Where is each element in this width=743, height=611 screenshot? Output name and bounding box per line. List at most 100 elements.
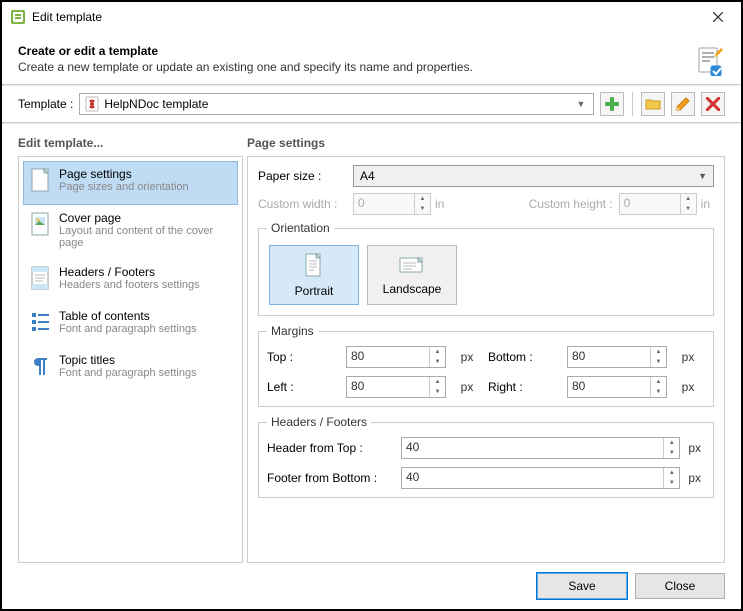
close-icon	[713, 12, 723, 22]
close-button[interactable]: Close	[635, 573, 725, 599]
paper-size-value: A4	[360, 169, 698, 183]
sidebar-item-text: Headers / Footers Headers and footers se…	[59, 265, 232, 293]
margin-unit: px	[682, 350, 701, 364]
open-template-button[interactable]	[641, 92, 665, 116]
delete-template-button[interactable]	[701, 92, 725, 116]
sidebar-item-text: Cover page Layout and content of the cov…	[59, 211, 232, 249]
pencil-icon	[675, 96, 691, 112]
sidebar-item-label: Topic titles	[59, 353, 232, 367]
toc-icon	[29, 309, 53, 337]
body-area: Edit template... Page settings Page size…	[2, 124, 741, 563]
toolbar-separator	[632, 92, 633, 116]
header-text: Create or edit a template Create a new t…	[18, 44, 685, 74]
orientation-buttons: Portrait Landscape	[267, 243, 705, 307]
sidebar-item-toc[interactable]: Table of contents Font and paragraph set…	[23, 303, 238, 347]
margin-right-spinner[interactable]: 80 ▲ ▼	[567, 376, 667, 398]
folder-icon	[645, 96, 661, 112]
hf-unit: px	[688, 441, 701, 455]
spinner-up-icon[interactable]: ▲	[664, 468, 679, 478]
sidebar-item-headers-footers[interactable]: Headers / Footers Headers and footers se…	[23, 259, 238, 303]
orientation-legend: Orientation	[267, 221, 334, 235]
spinner-buttons: ▲ ▼	[650, 347, 666, 367]
margin-unit: px	[461, 380, 480, 394]
sidebar-item-page-settings[interactable]: Page settings Page sizes and orientation	[23, 161, 238, 205]
footer-from-bottom-value: 40	[402, 468, 663, 488]
custom-width-label: Custom width :	[258, 197, 353, 211]
spinner-up-icon[interactable]: ▲	[430, 347, 445, 357]
template-edit-icon	[693, 44, 725, 76]
spinner-buttons: ▲ ▼	[429, 377, 445, 397]
spinner-up-icon: ▲	[415, 194, 430, 204]
new-template-button[interactable]	[600, 92, 624, 116]
portrait-icon	[302, 252, 326, 280]
margin-top-label: Top :	[267, 350, 342, 364]
spinner-up-icon[interactable]: ▲	[430, 377, 445, 387]
template-dropdown[interactable]: HelpNDoc template ▼	[79, 93, 594, 115]
dialog-window: Edit template Create or edit a template …	[2, 2, 741, 609]
sidebar-item-desc: Headers and footers settings	[59, 279, 232, 291]
orientation-portrait-button[interactable]: Portrait	[269, 245, 359, 305]
hf-grid: Header from Top : 40 ▲ ▼ px Footer from …	[267, 437, 705, 489]
spinner-down-icon[interactable]: ▼	[664, 478, 679, 488]
spinner-up-icon[interactable]: ▲	[664, 438, 679, 448]
spinner-up-icon: ▲	[681, 194, 696, 204]
margin-left-value: 80	[347, 377, 429, 397]
pilcrow-icon	[29, 353, 53, 381]
header-from-top-label: Header from Top :	[267, 441, 397, 455]
edit-template-button[interactable]	[671, 92, 695, 116]
sidebar: Edit template... Page settings Page size…	[18, 136, 243, 563]
save-button[interactable]: Save	[537, 573, 627, 599]
headers-footers-icon	[29, 265, 53, 293]
sidebar-item-label: Cover page	[59, 211, 232, 225]
sidebar-item-text: Table of contents Font and paragraph set…	[59, 309, 232, 337]
margins-grid: Top : 80 ▲ ▼ px Bottom : 80	[267, 346, 705, 398]
orientation-landscape-button[interactable]: Landscape	[367, 245, 457, 305]
page-icon	[29, 167, 53, 195]
chevron-down-icon: ▼	[573, 99, 589, 109]
sidebar-title: Edit template...	[18, 136, 243, 156]
margin-right-value: 80	[568, 377, 650, 397]
custom-width-value: 0	[354, 194, 414, 214]
landscape-label: Landscape	[383, 282, 442, 296]
margin-top-spinner[interactable]: 80 ▲ ▼	[346, 346, 446, 368]
spinner-down-icon[interactable]: ▼	[430, 387, 445, 397]
save-button-label: Save	[568, 579, 595, 593]
title-bar: Edit template	[2, 2, 741, 32]
hf-legend: Headers / Footers	[267, 415, 371, 429]
window-title: Edit template	[32, 10, 703, 24]
main-title: Page settings	[247, 136, 725, 156]
header-from-top-value: 40	[402, 438, 663, 458]
paper-size-combo[interactable]: A4 ▼	[353, 165, 714, 187]
pdf-icon	[84, 96, 100, 112]
spinner-up-icon[interactable]: ▲	[651, 377, 666, 387]
orientation-fieldset: Orientation Portrait	[258, 221, 714, 316]
margin-bottom-value: 80	[568, 347, 650, 367]
sidebar-item-topic-titles[interactable]: Topic titles Font and paragraph settings	[23, 347, 238, 391]
spinner-down-icon[interactable]: ▼	[651, 387, 666, 397]
close-button-label: Close	[665, 579, 696, 593]
paper-size-label: Paper size :	[258, 169, 353, 183]
plus-icon	[604, 96, 620, 112]
margin-left-spinner[interactable]: 80 ▲ ▼	[346, 376, 446, 398]
sidebar-item-label: Headers / Footers	[59, 265, 232, 279]
margin-bottom-spinner[interactable]: 80 ▲ ▼	[567, 346, 667, 368]
spinner-up-icon[interactable]: ▲	[651, 347, 666, 357]
margin-bottom-label: Bottom :	[488, 350, 563, 364]
window-close-button[interactable]	[703, 2, 733, 32]
chevron-down-icon: ▼	[698, 171, 707, 181]
sidebar-item-label: Page settings	[59, 167, 232, 181]
spinner-buttons: ▲ ▼	[650, 377, 666, 397]
spinner-down-icon[interactable]: ▼	[651, 357, 666, 367]
spinner-down-icon[interactable]: ▼	[664, 448, 679, 458]
sidebar-item-cover-page[interactable]: Cover page Layout and content of the cov…	[23, 205, 238, 259]
header-from-top-spinner[interactable]: 40 ▲ ▼	[401, 437, 680, 459]
header-title: Create or edit a template	[18, 44, 685, 58]
custom-height-spinner: 0 ▲ ▼	[619, 193, 697, 215]
sidebar-item-text: Page settings Page sizes and orientation	[59, 167, 232, 195]
spinner-buttons: ▲ ▼	[663, 438, 679, 458]
sidebar-panel: Page settings Page sizes and orientation…	[18, 156, 243, 563]
footer-from-bottom-spinner[interactable]: 40 ▲ ▼	[401, 467, 680, 489]
spinner-down-icon[interactable]: ▼	[430, 357, 445, 367]
portrait-label: Portrait	[295, 284, 334, 298]
headers-footers-fieldset: Headers / Footers Header from Top : 40 ▲…	[258, 415, 714, 498]
